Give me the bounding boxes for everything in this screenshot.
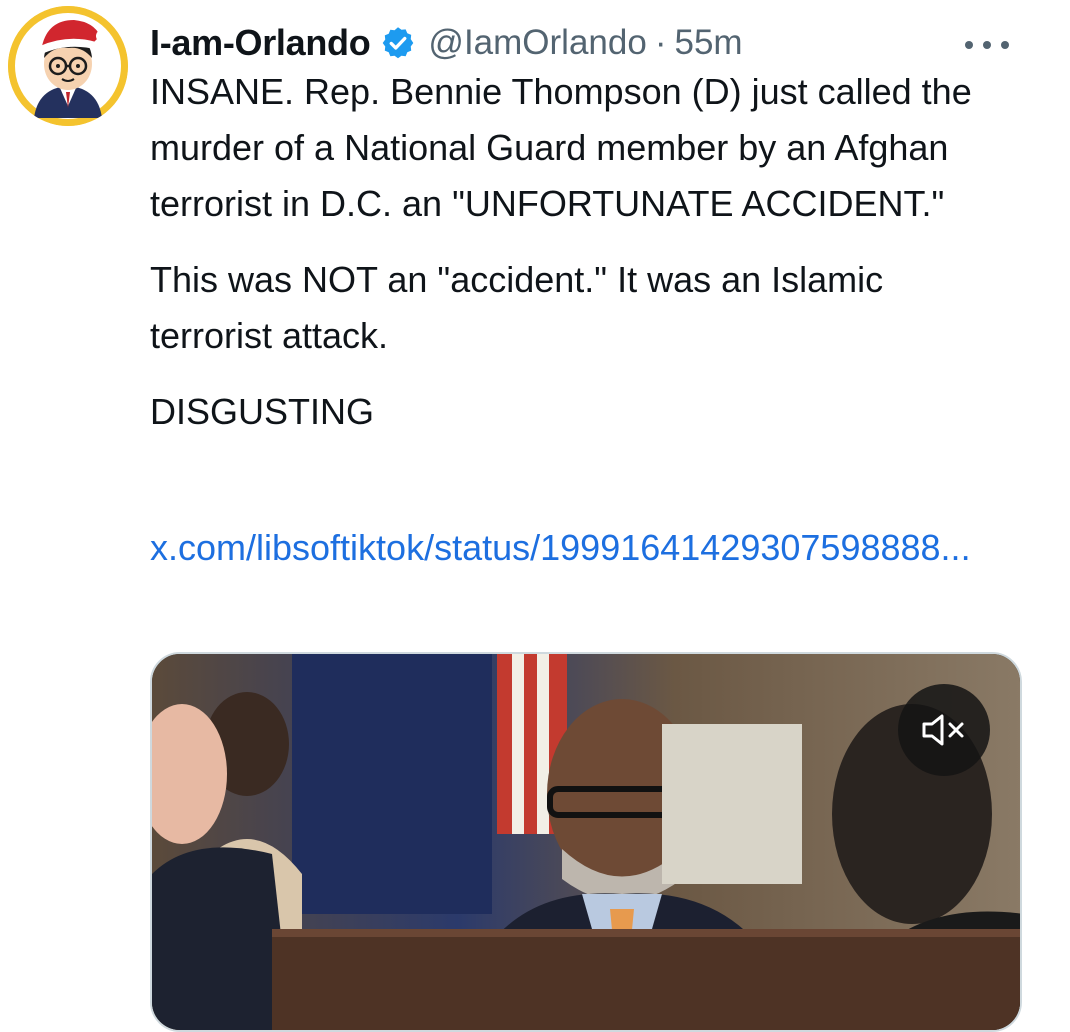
more-options-icon[interactable] — [965, 30, 1009, 60]
separator-dot: · — [654, 23, 667, 62]
mute-button[interactable] — [898, 684, 990, 776]
tweet-link[interactable]: x.com/libsoftiktok/status/19991641429307… — [150, 520, 1020, 576]
handle[interactable]: @IamOrlando — [428, 23, 646, 63]
timestamp[interactable]: 55m — [674, 23, 742, 63]
video-frame — [152, 654, 1020, 1030]
muted-speaker-icon — [922, 714, 964, 746]
more-dot — [965, 41, 973, 49]
video-player[interactable] — [150, 652, 1022, 1032]
cartoon-avatar-icon — [8, 6, 128, 126]
more-dot — [983, 41, 991, 49]
tweet-paragraph: INSANE. Rep. Bennie Thompson (D) just ca… — [150, 71, 972, 224]
tweet-header: I-am-Orlando @IamOrlando · 55m — [150, 18, 743, 68]
tweet-text: INSANE. Rep. Bennie Thompson (D) just ca… — [150, 64, 1010, 440]
tweet[interactable]: I-am-Orlando @IamOrlando · 55m INSANE. R… — [0, 0, 1070, 1032]
tweet-paragraph: This was NOT an "accident." It was an Is… — [150, 259, 884, 356]
tweet-paragraph: DISGUSTING — [150, 391, 375, 432]
verified-badge-icon[interactable] — [380, 25, 416, 61]
more-dot — [1001, 41, 1009, 49]
avatar[interactable] — [8, 6, 128, 126]
display-name[interactable]: I-am-Orlando — [150, 22, 371, 64]
